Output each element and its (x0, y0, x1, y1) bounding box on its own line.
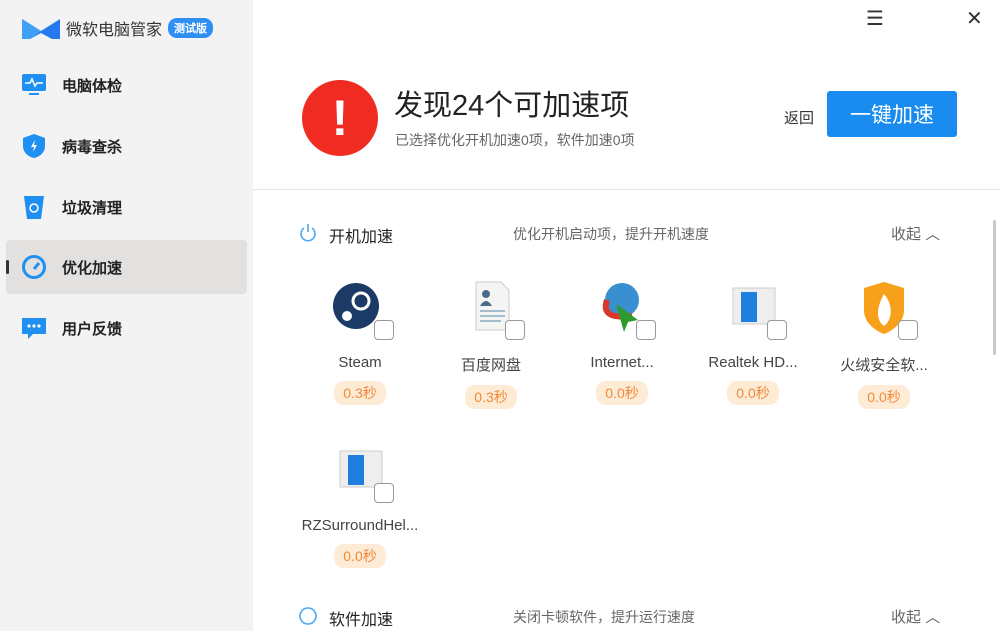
section-header-startup: 开机加速 优化开机启动项，提升开机速度 收起 ︿ (298, 221, 948, 247)
beta-badge: 测试版 (168, 18, 214, 38)
globe-download-icon (592, 280, 656, 340)
logo-icon (22, 19, 60, 39)
shield-icon (21, 133, 47, 159)
sidebar-item-label: 垃圾清理 (62, 199, 123, 217)
alert-icon: ! (302, 80, 378, 156)
power-icon (300, 224, 316, 242)
item-checkbox[interactable] (374, 320, 394, 340)
sidebar: 微软电脑管家 测试版 电脑体检 病毒查杀 垃圾清理 优化加速 用户反馈 (0, 0, 253, 631)
chevron-up-icon: ︿ (925, 609, 941, 626)
section-description: 优化开机启动项，提升开机速度 (513, 226, 709, 242)
back-button[interactable]: 返回 (784, 107, 814, 128)
item-time-badge: 0.0秒 (596, 381, 648, 405)
item-name: Internet... (590, 354, 654, 371)
section-description: 关闭卡顿软件，提升运行速度 (513, 609, 695, 625)
sidebar-item-label: 病毒查杀 (62, 138, 123, 156)
item-checkbox[interactable] (898, 320, 918, 340)
selection-summary: 已选择优化开机加速0项，软件加速0项 (395, 132, 635, 148)
sidebar-item-label: 优化加速 (62, 259, 123, 277)
startup-item-rzsurround[interactable]: RZSurroundHel... 0.0秒 (295, 443, 425, 568)
item-name: Steam (338, 354, 382, 371)
steam-icon (330, 280, 394, 340)
document-icon (461, 280, 525, 340)
startup-item-baidu-netdisk[interactable]: 百度网盘 0.3秒 (426, 280, 556, 409)
app-logo: 微软电脑管家 测试版 (22, 16, 214, 40)
section-title: 软件加速 (329, 612, 394, 629)
speedometer-icon (21, 254, 47, 280)
item-name: Realtek HD... (708, 354, 798, 371)
speedometer-icon (299, 607, 317, 625)
item-time-badge: 0.3秒 (465, 385, 517, 409)
item-time-badge: 0.3秒 (334, 381, 386, 405)
sidebar-item-antivirus[interactable]: 病毒查杀 (6, 119, 247, 173)
page-title: 发现24个可加速项 (394, 90, 630, 122)
item-name: RZSurroundHel... (301, 517, 419, 534)
item-checkbox[interactable] (767, 320, 787, 340)
item-checkbox[interactable] (636, 320, 656, 340)
collapse-label: 收起 (891, 609, 922, 626)
item-time-badge: 0.0秒 (727, 381, 779, 405)
chat-icon (21, 315, 47, 341)
item-name: 火绒安全软... (840, 357, 928, 374)
sidebar-item-label: 电脑体检 (62, 77, 123, 95)
close-button[interactable]: ✕ (966, 6, 983, 31)
collapse-label: 收起 (891, 226, 922, 243)
item-name: 百度网盘 (460, 357, 521, 374)
app-name: 微软电脑管家 (66, 22, 163, 39)
item-time-badge: 0.0秒 (334, 544, 386, 568)
sidebar-item-optimize[interactable]: 优化加速 (6, 240, 247, 294)
section-header-software: 软件加速 关闭卡顿软件，提升运行速度 收起 ︿ (298, 604, 948, 630)
chevron-up-icon: ︿ (925, 226, 941, 243)
sidebar-item-label: 用户反馈 (62, 320, 123, 338)
scrollbar[interactable] (993, 220, 996, 355)
item-time-badge: 0.0秒 (858, 385, 910, 409)
collapse-button[interactable]: 收起 ︿ (891, 223, 940, 244)
sidebar-item-feedback[interactable]: 用户反馈 (6, 301, 247, 355)
menu-button[interactable]: ☰ (866, 6, 884, 31)
item-checkbox[interactable] (505, 320, 525, 340)
active-indicator (6, 260, 9, 274)
item-checkbox[interactable] (374, 483, 394, 503)
startup-item-realtek[interactable]: Realtek HD... 0.0秒 (688, 280, 818, 405)
startup-item-internet-download[interactable]: Internet... 0.0秒 (557, 280, 687, 405)
startup-item-steam[interactable]: Steam 0.3秒 (295, 280, 425, 405)
huorong-shield-icon (854, 280, 918, 340)
collapse-button[interactable]: 收起 ︿ (891, 606, 940, 627)
monitor-pulse-icon (21, 72, 47, 98)
application-window-icon (330, 443, 394, 503)
trash-recycle-icon (21, 194, 47, 220)
sidebar-item-cleanup[interactable]: 垃圾清理 (6, 180, 247, 234)
header-divider (253, 189, 1000, 190)
application-window-icon (723, 280, 787, 340)
one-click-speedup-button[interactable]: 一键加速 (827, 91, 957, 137)
section-title: 开机加速 (329, 229, 394, 246)
sidebar-item-checkup[interactable]: 电脑体检 (6, 58, 247, 112)
startup-item-huorong[interactable]: 火绒安全软... 0.0秒 (819, 280, 949, 409)
